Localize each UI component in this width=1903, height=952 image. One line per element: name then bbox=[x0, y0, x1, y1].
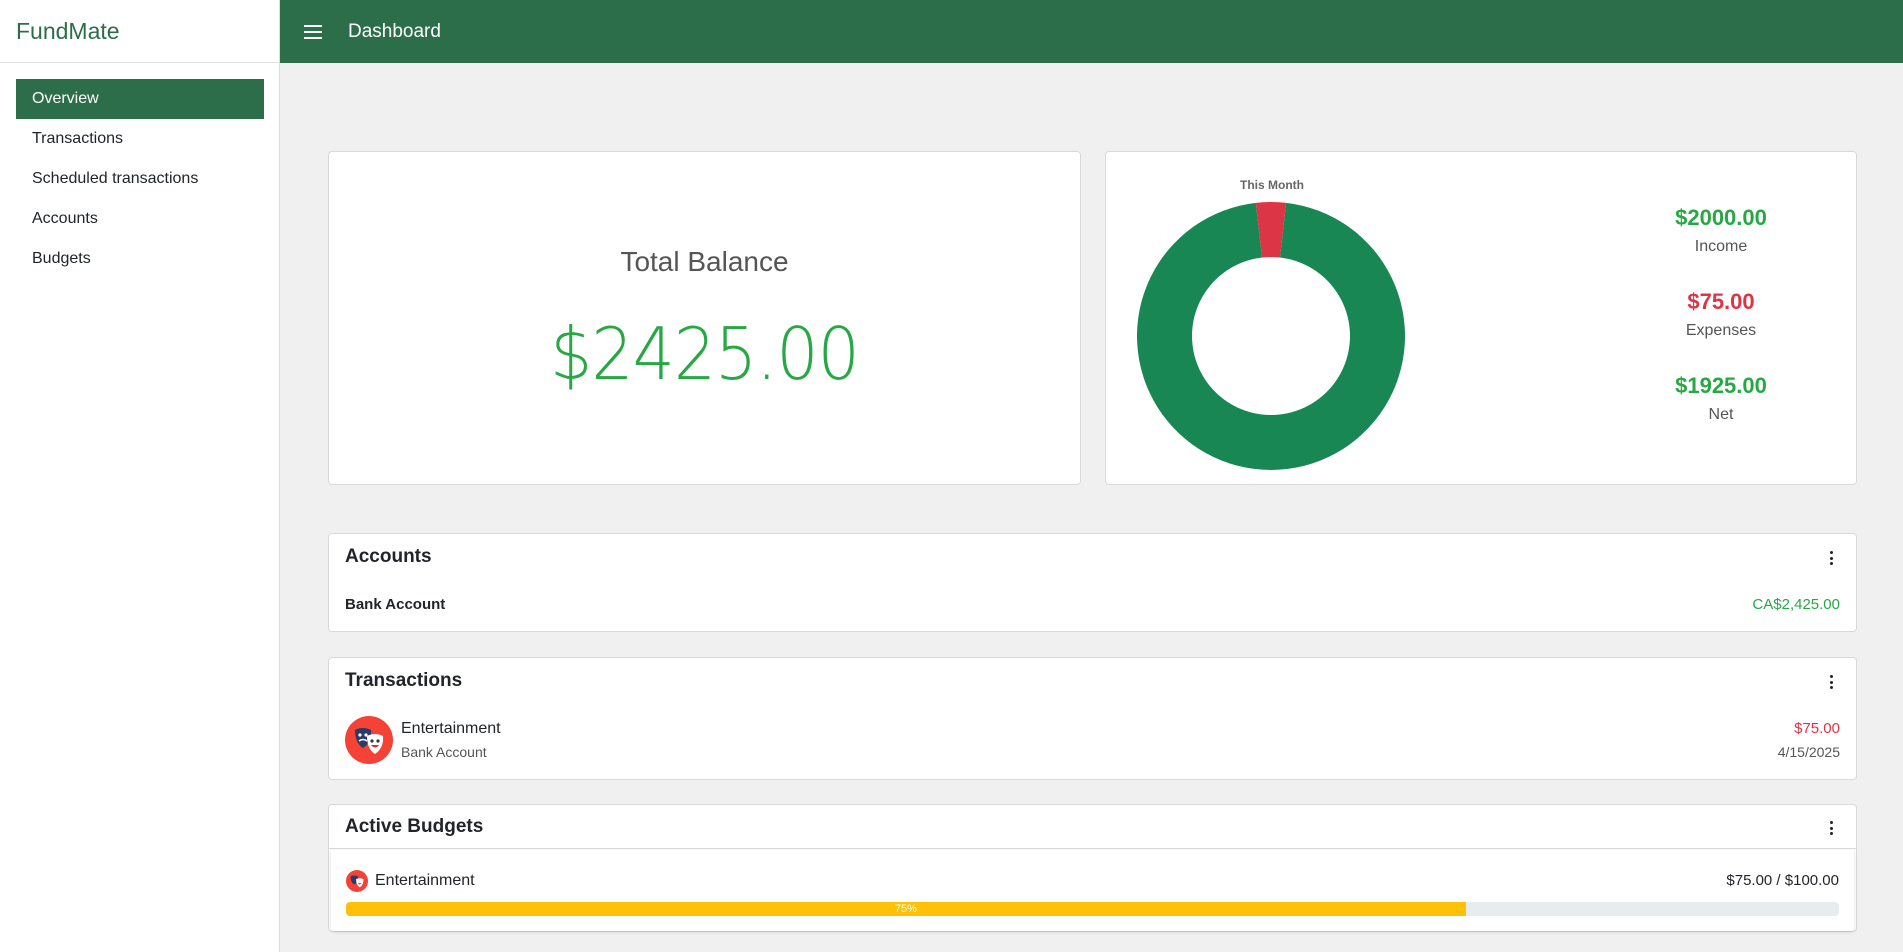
budget-item[interactable]: Entertainment $75.00 / $100.00 75% bbox=[331, 850, 1854, 931]
account-name[interactable]: Bank Account bbox=[345, 596, 445, 613]
sidebar: FundMate Overview Transactions Scheduled… bbox=[0, 0, 280, 952]
month-stats: $2000.00 Income $75.00 Expenses $1925.00… bbox=[1646, 204, 1796, 456]
budgets-menu-icon[interactable] bbox=[1830, 821, 1834, 835]
transaction-date: 4/15/2025 bbox=[1777, 744, 1840, 760]
sidebar-item-accounts[interactable]: Accounts bbox=[16, 199, 264, 239]
transaction-account: Bank Account bbox=[401, 744, 487, 760]
sidebar-item-scheduled-transactions[interactable]: Scheduled transactions bbox=[16, 159, 264, 199]
transactions-menu-icon[interactable] bbox=[1830, 675, 1834, 689]
active-budgets-header: Active Budgets bbox=[329, 805, 1856, 849]
net-stat: $1925.00 Net bbox=[1646, 372, 1796, 456]
transaction-category[interactable]: Entertainment bbox=[401, 720, 501, 738]
income-value: $2000.00 bbox=[1675, 205, 1767, 230]
total-balance-card: Total Balance $2425.00 bbox=[328, 151, 1081, 485]
accounts-title: Accounts bbox=[345, 546, 432, 567]
theater-masks-icon bbox=[345, 716, 393, 764]
month-donut-chart[interactable] bbox=[1137, 202, 1405, 470]
top-bar: Dashboard bbox=[280, 0, 1903, 63]
hamburger-icon[interactable] bbox=[304, 24, 322, 39]
theater-masks-icon bbox=[346, 870, 368, 892]
transaction-amount: $75.00 bbox=[1794, 720, 1840, 737]
transactions-card: Transactions Entertainment Bank Account … bbox=[328, 657, 1857, 780]
sidebar-item-overview[interactable]: Overview bbox=[16, 79, 264, 119]
app-logo[interactable]: FundMate bbox=[0, 0, 279, 63]
income-label: Income bbox=[1694, 238, 1748, 255]
expenses-label: Expenses bbox=[1685, 322, 1757, 339]
expenses-stat: $75.00 Expenses bbox=[1646, 288, 1796, 372]
sidebar-item-transactions[interactable]: Transactions bbox=[16, 119, 264, 159]
sidebar-nav: Overview Transactions Scheduled transact… bbox=[0, 63, 279, 279]
total-balance-value: $2425.00 bbox=[550, 312, 860, 396]
total-balance-title: Total Balance bbox=[620, 246, 789, 277]
accounts-card: Accounts Bank Account CA$2,425.00 bbox=[328, 533, 1857, 632]
budget-progress-fill: 75% bbox=[346, 902, 1466, 916]
page-title: Dashboard bbox=[348, 20, 441, 42]
net-label: Net bbox=[1708, 406, 1734, 423]
transactions-title: Transactions bbox=[345, 670, 463, 691]
budget-name: Entertainment bbox=[375, 872, 475, 889]
sidebar-item-budgets[interactable]: Budgets bbox=[16, 239, 264, 279]
budget-progress-bar: 75% bbox=[346, 902, 1839, 916]
accounts-menu-icon[interactable] bbox=[1830, 551, 1834, 565]
active-budgets-card: Active Budgets Entertainment $75.00 / $1… bbox=[328, 804, 1857, 932]
chart-title: This Month bbox=[1240, 178, 1304, 192]
expenses-value: $75.00 bbox=[1687, 289, 1755, 314]
budget-amount: $75.00 / $100.00 bbox=[1726, 872, 1839, 889]
income-stat: $2000.00 Income bbox=[1646, 204, 1796, 288]
this-month-card: This Month $2000.00 Income $75.00 Expens… bbox=[1105, 151, 1857, 485]
account-balance: CA$2,425.00 bbox=[1752, 596, 1840, 613]
net-value: $1925.00 bbox=[1675, 373, 1767, 398]
active-budgets-title: Active Budgets bbox=[345, 816, 484, 837]
